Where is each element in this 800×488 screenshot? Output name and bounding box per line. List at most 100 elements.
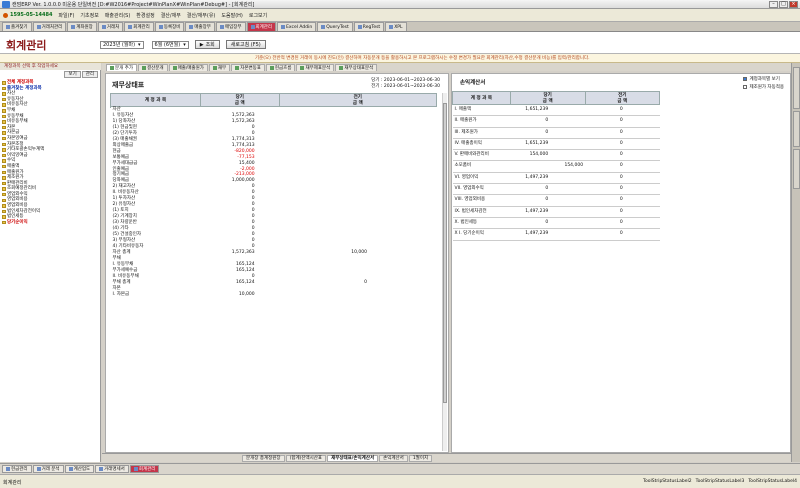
table-cell: 154,000 [510,149,551,162]
dock-tab[interactable] [793,111,800,147]
maximize-icon[interactable]: □ [779,1,788,8]
balance-sheet-title: 재무상태표 [112,81,145,89]
month-select[interactable]: 6월 (6번월) ▾ [151,40,189,49]
table-cell [624,104,660,117]
menu-log[interactable]: 로그보기 [249,12,267,19]
tab-xpl[interactable]: XPL [385,22,407,31]
tab-sales-book[interactable]: 매출장부 [185,22,215,31]
year-select[interactable]: 2023년 (월마) ▾ [100,40,144,49]
table-cell [550,172,586,185]
tab-purchase-book[interactable]: 매입장부 [215,22,246,31]
table-cell [550,127,586,139]
col-current: 당기 금 액 [509,91,586,105]
tab-account-ledger[interactable]: 계좌원장 [67,22,97,31]
checkbox-icon[interactable] [743,76,748,81]
table-cell [550,115,586,128]
module-tabs: 즐겨찾기 거래처관리 계좌원장 거래처 회계관리 동록장비 매출장부 매입장부 … [0,22,800,32]
chevron-down-icon: ▾ [138,41,141,48]
tab-icon [172,66,177,70]
content-tab[interactable]: 재무제표분석 [296,64,335,71]
tab-icon [357,25,362,29]
content-tab[interactable]: 현금흐름 [265,64,296,71]
table-row[interactable]: III. 제조원가 0 0 [452,127,660,139]
task-tab-active[interactable]: 회계관리 [129,465,160,473]
table-cell: X I. 당기순이익 [452,228,511,241]
scroll-thumb[interactable] [443,103,447,403]
status-label-2: ToolStripStatusLabel2 [642,479,692,484]
table-cell [624,228,660,241]
minimize-icon[interactable]: – [769,1,778,8]
content-tab[interactable]: 매출/매출원가 [168,64,208,71]
table-row[interactable]: X I. 당기순이익 1,497,239 0 [452,228,660,241]
page-header: 회계관리 2023년 (월마) ▾ 6월 (6번월) ▾ ▶ 조회 새로고침 (F5) [0,32,800,54]
manage-button[interactable]: 관리 [81,71,98,78]
option-by-account[interactable]: 계정과목별 보기 [743,76,784,84]
menu-settings[interactable]: 환경설정 [136,12,154,19]
tab-journal-ledger[interactable]: 분개장 총계정원장 [242,454,285,462]
vertical-scrollbar[interactable] [442,93,447,451]
table-cell: 소모품비 [452,160,511,173]
content-tab[interactable]: 결산분개 [138,64,168,71]
content-tab[interactable]: 재무 [208,64,231,71]
content-tab[interactable]: 재무상태표분석 [335,64,378,71]
menu-closing-paid[interactable]: 결산/재무(유) [187,12,216,19]
menu-basic-info[interactable]: 기초정보 [80,12,98,19]
table-cell: V. 판매비와관리비 [452,149,511,162]
tab-regtest[interactable]: RegTest [353,22,385,31]
table-row[interactable]: IV. 매출총이익 1,651,239 0 [452,138,660,151]
content-tab[interactable]: 분개 추가 [106,64,137,71]
refresh-button[interactable]: 새로고침 (F5) [225,40,266,49]
table-row[interactable]: I. 매출액 1,651,239 0 [452,104,660,117]
folder-icon [2,92,6,96]
tab-favorites[interactable]: 즐겨찾기 [2,22,32,31]
search-button[interactable]: ▶ 조회 [194,40,220,49]
table-row[interactable]: IX. 법인세차감전 1,497,239 0 [452,206,660,218]
tab-client[interactable]: 거래처 [97,22,124,31]
checkbox-icon[interactable] [743,84,748,89]
tab-accounting-active[interactable]: 회계관리 [246,22,277,31]
task-tab[interactable]: 거래명세서 [95,465,129,473]
tab-month[interactable]: 1월이지 [408,454,433,462]
col-prior: 전기 금 액 [278,93,438,107]
table-row[interactable]: I. 자본금 10,000 [111,292,437,298]
table-cell [624,172,660,185]
menu-file[interactable]: 파일(F) [58,12,74,19]
option-auto-manufacturing[interactable]: 제조원가 자동적용 [743,84,784,92]
task-tab[interactable]: 현금관리 [2,465,32,473]
task-tab[interactable]: 계산업도 [64,465,95,473]
view-button[interactable]: 보기 [64,71,81,78]
tab-accounting[interactable]: 회계관리 [124,22,154,31]
tab-financial-statements[interactable]: 재무상태표/손익계산서 [327,454,379,462]
table-row[interactable]: X. 법인세등 0 0 [452,217,660,230]
close-icon[interactable]: × [789,1,798,8]
folder-icon [2,164,6,169]
tab-client-mgmt[interactable]: 거래처관리 [32,22,67,31]
menu-help[interactable]: 도움말(H) [221,12,242,19]
table-cell: 0 [510,217,551,230]
task-tab[interactable]: 거래 분석 [32,465,64,473]
table-cell [550,217,586,230]
folder-icon [2,86,6,91]
tab-equipment[interactable]: 동록장비 [154,22,185,31]
dock-tab[interactable] [793,149,800,189]
table-row[interactable]: VI. 영업이익 1,497,239 0 [452,172,660,185]
tab-excel-addin[interactable]: Excel Addin [277,22,317,31]
table-cell: IV. 매출총이익 [452,138,511,151]
folder-icon [2,204,6,208]
notice-bar: 기준(오) 전반적 변경된 거래이 동시에 진도(인) 결산하며 자동분개 등을… [0,54,800,63]
menu-closing[interactable]: 결산/재무 [161,12,181,19]
tab-querytest[interactable]: QueryTest [317,22,353,31]
menu-sales[interactable]: 매출관리(S) [105,12,130,19]
table-cell [257,292,279,298]
tree-node[interactable]: 당기순이익 [2,220,99,226]
table-row[interactable]: 소모품비 154,000 0 [452,160,660,173]
table-row[interactable]: V. 판매비와관리비 154,000 0 [452,149,660,162]
table-row[interactable]: VII. 영업외수익 0 0 [452,183,660,196]
tab-trial-balance[interactable]: (합계)잔액시산표 [285,454,327,462]
dock-tab[interactable] [793,67,800,109]
content-tab[interactable]: 자본변동표 [231,64,265,71]
table-row[interactable]: II. 매출원가 0 0 [452,115,660,128]
tab-income-statement[interactable]: 손익계산서 [379,454,408,462]
tab-icon [158,25,163,29]
table-row[interactable]: VIII. 영업외비용 0 0 [452,194,660,207]
